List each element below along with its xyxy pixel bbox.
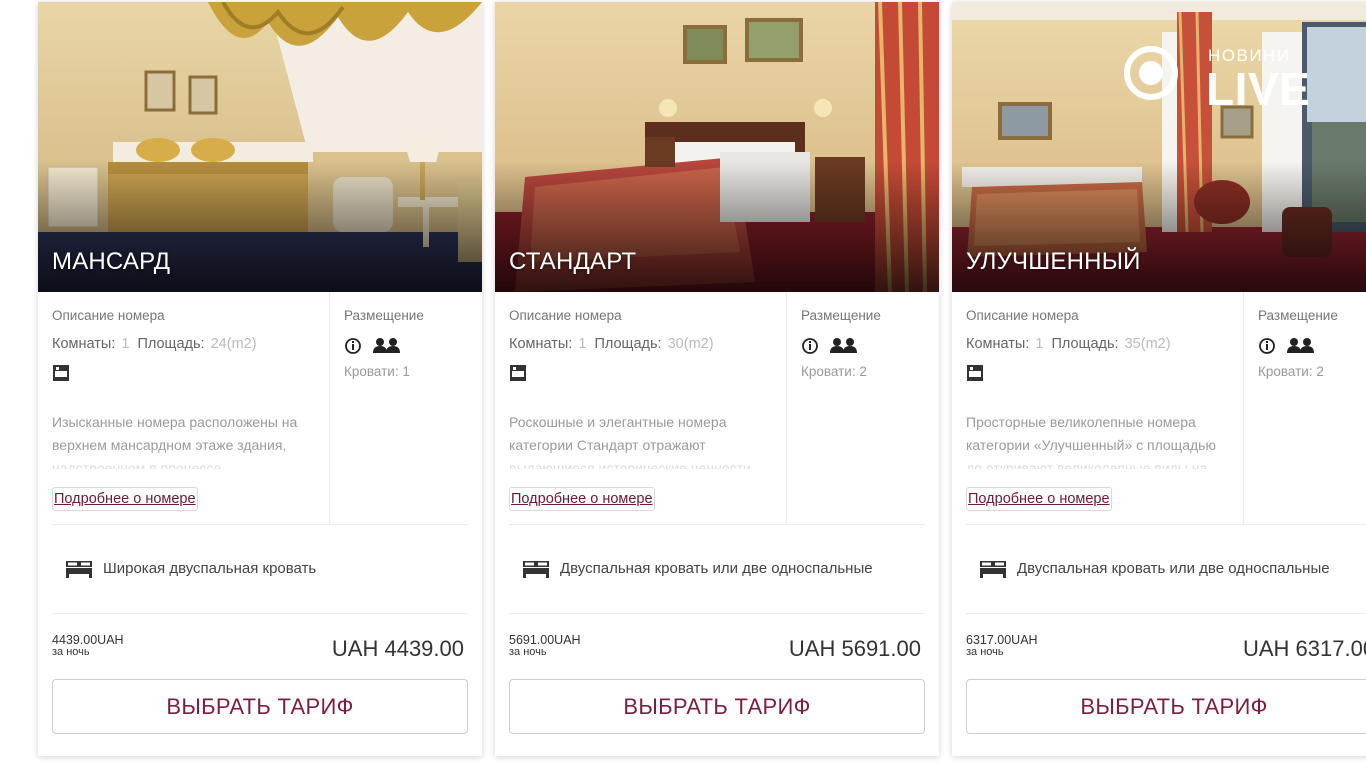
- select-rate-button[interactable]: ВЫБРАТЬ ТАРИФ: [52, 679, 468, 734]
- description-heading: Описание номера: [966, 308, 1079, 323]
- price-per-night: 6317.00UAH за ночь: [966, 634, 1038, 658]
- beds-label: Кровати:: [1258, 364, 1313, 379]
- rooms-value: 1: [121, 336, 130, 352]
- room-details-link[interactable]: Подробнее о номере: [52, 487, 198, 511]
- bathtub-icon: [967, 365, 983, 381]
- room-photo[interactable]: СТАНДАРТ: [495, 2, 939, 292]
- room-title: УЛУЧШЕННЫЙ: [966, 248, 1141, 275]
- placement-heading: Размещение: [801, 308, 881, 323]
- bed-type-label: Широкая двуспальная кровать: [103, 560, 317, 577]
- section-divider: [966, 613, 1366, 614]
- price-per-night: 5691.00UAH за ночь: [509, 634, 581, 658]
- price-small-value: 4439.00UAH: [52, 633, 124, 647]
- room-photo[interactable]: МАНСАРД: [38, 2, 482, 292]
- description-fade: [52, 447, 322, 475]
- bed-icon: [980, 561, 1006, 578]
- area-value: 30: [667, 336, 684, 352]
- price-small-value: 5691.00UAH: [509, 633, 581, 647]
- beds-label: Кровати:: [344, 364, 399, 379]
- column-divider: [1243, 292, 1244, 524]
- area-value: 24: [210, 336, 227, 352]
- room-card-standard: СТАНДАРТ Описание номера Комнаты: 1 Площа…: [495, 2, 939, 756]
- room-details-link[interactable]: Подробнее о номере: [509, 487, 655, 511]
- beds-count: Кровати: 1: [344, 364, 410, 379]
- occupancy-icons: [802, 338, 857, 354]
- room-description-section: Описание номера Комнаты: 1 Площадь: 30(m2)…: [509, 292, 786, 524]
- beds-value: 2: [859, 364, 867, 379]
- bathtub-icon: [53, 365, 69, 381]
- price-total: UAH 4439.00: [331, 636, 464, 661]
- bed-icon: [523, 561, 549, 578]
- info-icon[interactable]: [802, 338, 818, 354]
- section-divider: [52, 613, 468, 614]
- per-night-label: за ночь: [509, 646, 547, 658]
- section-divider: [509, 524, 925, 525]
- beds-value: 1: [402, 364, 410, 379]
- room-card-mansard: МАНСАРД Описание номера Комнаты: 1 Площад…: [38, 2, 482, 756]
- area-label: Площадь:: [137, 336, 205, 352]
- placement-heading: Размещение: [344, 308, 424, 323]
- area-label: Площадь:: [1051, 336, 1119, 352]
- beds-count: Кровати: 2: [1258, 364, 1324, 379]
- watermark-big-text: LIVE: [1206, 63, 1311, 115]
- placement-section: Размещение Кровати: 1: [344, 292, 474, 524]
- room-params: Комнаты: 1 Площадь: 30(m2): [509, 336, 714, 352]
- area-unit: (m2): [1140, 336, 1171, 352]
- room-params: Комнаты: 1 Площадь: 24(m2): [52, 336, 257, 352]
- room-description-section: Описание номера Комнаты: 1 Площадь: 24(m2)…: [52, 292, 329, 524]
- section-divider: [509, 613, 925, 614]
- rooms-value: 1: [578, 336, 587, 352]
- area-unit: (m2): [683, 336, 714, 352]
- per-night-label: за ночь: [966, 646, 1004, 658]
- price-total: UAH 6317.00: [1243, 636, 1366, 661]
- price-total: UAH 5691.00: [788, 636, 921, 661]
- bed-icon: [66, 561, 92, 578]
- select-rate-button[interactable]: ВЫБРАТЬ ТАРИФ: [966, 679, 1366, 734]
- section-divider: [966, 524, 1366, 525]
- rooms-label: Комнаты:: [509, 336, 573, 352]
- beds-value: 2: [1316, 364, 1324, 379]
- room-title: СТАНДАРТ: [509, 248, 637, 275]
- price-small-value: 6317.00UAH: [966, 633, 1038, 647]
- area-unit: (m2): [226, 336, 257, 352]
- rooms-label: Комнаты:: [966, 336, 1030, 352]
- area-value: 35: [1124, 336, 1141, 352]
- occupancy-icons: [1259, 338, 1314, 354]
- two-persons-icon: [1287, 338, 1314, 353]
- info-icon[interactable]: [345, 338, 361, 354]
- per-night-label: за ночь: [52, 646, 90, 658]
- placement-section: Размещение Кровати: 2: [801, 292, 931, 524]
- description-fade: [509, 447, 779, 475]
- beds-count: Кровати: 2: [801, 364, 867, 379]
- placement-heading: Размещение: [1258, 308, 1338, 323]
- watermark-dot-icon: [1139, 61, 1163, 85]
- bed-type-label: Двуспальная кровать или две односпальные: [560, 560, 873, 577]
- beds-label: Кровати:: [801, 364, 856, 379]
- area-label: Площадь:: [594, 336, 662, 352]
- room-params: Комнаты: 1 Площадь: 35(m2): [966, 336, 1171, 352]
- novyny-live-watermark: НОВИНИ LIVE: [1124, 44, 1324, 116]
- rooms-value: 1: [1035, 336, 1044, 352]
- room-title: МАНСАРД: [52, 248, 171, 275]
- two-persons-icon: [830, 338, 857, 353]
- description-fade: [966, 447, 1236, 475]
- bed-type-label: Двуспальная кровать или две односпальные: [1017, 560, 1330, 577]
- column-divider: [329, 292, 330, 524]
- two-persons-icon: [373, 338, 400, 353]
- placement-section: Размещение Кровати: 2: [1258, 292, 1366, 524]
- room-description-section: Описание номера Комнаты: 1 Площадь: 35(m2)…: [966, 292, 1243, 524]
- column-divider: [786, 292, 787, 524]
- select-rate-button[interactable]: ВЫБРАТЬ ТАРИФ: [509, 679, 925, 734]
- room-details-link[interactable]: Подробнее о номере: [966, 487, 1112, 511]
- rooms-label: Комнаты:: [52, 336, 116, 352]
- description-heading: Описание номера: [52, 308, 165, 323]
- bathtub-icon: [510, 365, 526, 381]
- info-icon[interactable]: [1259, 338, 1275, 354]
- section-divider: [52, 524, 468, 525]
- description-heading: Описание номера: [509, 308, 622, 323]
- occupancy-icons: [345, 338, 400, 354]
- price-per-night: 4439.00UAH за ночь: [52, 634, 124, 658]
